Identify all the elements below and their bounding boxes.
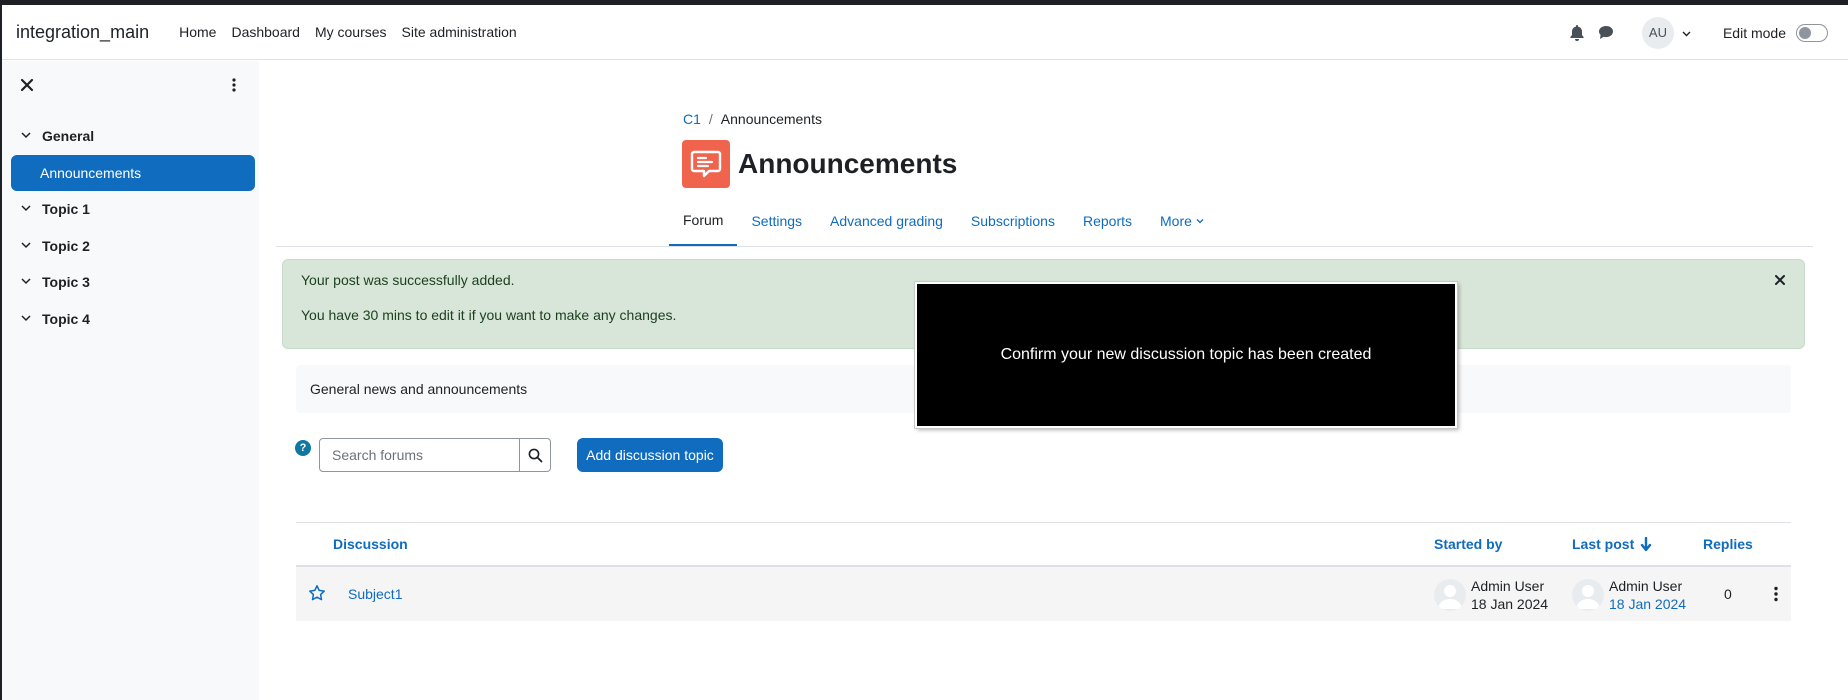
section-topic-2[interactable]: Topic 2 <box>2 229 259 263</box>
tab-reports[interactable]: Reports <box>1069 196 1146 246</box>
chevron-down-icon <box>20 275 34 289</box>
page-title: Announcements <box>738 148 958 179</box>
tab-subscriptions[interactable]: Subscriptions <box>957 196 1069 246</box>
chevron-down-icon <box>1196 218 1204 224</box>
breadcrumb-course-link[interactable]: C1 <box>683 111 701 127</box>
started-by-column-header[interactable]: Started by <box>1434 536 1502 552</box>
tab-forum[interactable]: Forum <box>669 196 738 246</box>
edit-mode-toggle[interactable] <box>1796 23 1828 42</box>
started-by-cell: Admin User 18 Jan 2024 <box>1434 577 1548 613</box>
forum-icon <box>682 140 730 188</box>
alert-message-line-1: Your post was successfully added. <box>301 272 515 288</box>
forum-search <box>319 438 551 472</box>
nav-home-link[interactable]: Home <box>179 24 216 40</box>
secondary-navigation: Forum Settings Advanced grading Subscrip… <box>669 196 1218 246</box>
chevron-down-icon <box>20 312 34 326</box>
table-top-divider <box>296 522 1791 523</box>
close-icon[interactable] <box>1772 272 1788 288</box>
chevron-down-icon <box>20 239 34 253</box>
search-icon <box>528 448 543 463</box>
user-avatar-icon[interactable] <box>1434 579 1466 611</box>
close-icon[interactable] <box>18 76 36 94</box>
last-post-column-header[interactable]: Last post <box>1572 536 1652 552</box>
section-topic-3[interactable]: Topic 3 <box>2 265 259 299</box>
last-post-cell: Admin User 18 Jan 2024 <box>1572 577 1686 613</box>
user-avatar-icon[interactable] <box>1572 579 1604 611</box>
secondary-nav-divider <box>276 246 1813 247</box>
table-row: Subject1 Admin User 18 Jan 2024 Admin Us… <box>296 567 1791 621</box>
confirmation-overlay: Confirm your new discussion topic has be… <box>915 282 1457 428</box>
chevron-down-icon <box>20 202 34 216</box>
confirmation-message: Confirm your new discussion topic has be… <box>1000 346 1372 363</box>
kebab-menu-icon[interactable] <box>1768 585 1784 603</box>
chevron-down-icon <box>1682 24 1691 42</box>
last-post-info: Admin User 18 Jan 2024 <box>1609 577 1686 613</box>
last-post-header-label: Last post <box>1572 536 1635 552</box>
breadcrumb-current: Announcements <box>720 111 822 127</box>
chevron-down-icon <box>20 129 34 143</box>
edit-mode-label: Edit mode <box>1722 24 1786 41</box>
navbar-user-area: AU Edit mode <box>1568 5 1848 60</box>
sort-down-arrow-icon <box>1640 536 1652 552</box>
discussion-column-header[interactable]: Discussion <box>333 536 408 552</box>
section-topic-1[interactable]: Topic 1 <box>2 192 259 226</box>
last-post-date-link[interactable]: 18 Jan 2024 <box>1609 595 1686 613</box>
section-label: General <box>42 128 95 144</box>
tab-more[interactable]: More <box>1146 196 1218 246</box>
replies-column-header[interactable]: Replies <box>1703 536 1753 552</box>
forum-intro-text: General news and announcements <box>310 381 528 397</box>
add-discussion-topic-button[interactable]: Add discussion topic <box>577 438 723 472</box>
discussion-subject-link[interactable]: Subject1 <box>348 586 402 602</box>
search-button[interactable] <box>520 438 551 472</box>
edit-mode-control: Edit mode <box>1722 23 1828 42</box>
course-index-item-announcements[interactable]: Announcements <box>11 155 255 191</box>
tab-more-label: More <box>1160 213 1192 229</box>
kebab-menu-icon[interactable] <box>226 77 242 93</box>
last-post-name[interactable]: Admin User <box>1609 577 1686 595</box>
section-label: Topic 2 <box>42 238 90 254</box>
started-by-name[interactable]: Admin User <box>1471 577 1548 595</box>
breadcrumb-separator: / <box>708 111 713 127</box>
page-header: Announcements <box>682 140 957 188</box>
started-by-info: Admin User 18 Jan 2024 <box>1471 577 1548 613</box>
bell-icon[interactable] <box>1568 24 1586 42</box>
breadcrumb: C1 / Announcements <box>683 111 822 127</box>
user-menu-toggle[interactable]: AU <box>1641 16 1691 49</box>
site-name[interactable]: integration_main <box>16 22 149 43</box>
section-label: Topic 4 <box>42 311 90 327</box>
alert-message-line-2: You have 30 mins to edit it if you want … <box>301 307 677 323</box>
tab-settings[interactable]: Settings <box>737 196 816 246</box>
course-index-drawer: General Announcements Topic 1 Topic 2 To… <box>2 61 259 700</box>
star-icon[interactable] <box>308 584 326 602</box>
nav-my-courses-link[interactable]: My courses <box>315 24 387 40</box>
tab-advanced-grading[interactable]: Advanced grading <box>816 196 957 246</box>
nav-dashboard-link[interactable]: Dashboard <box>231 24 300 40</box>
started-by-date: 18 Jan 2024 <box>1471 596 1549 612</box>
search-input[interactable] <box>319 438 520 472</box>
replies-count[interactable]: 0 <box>1724 586 1732 602</box>
section-label: Topic 3 <box>42 274 90 290</box>
chat-bubbles-icon[interactable] <box>1597 24 1615 42</box>
nav-site-administration-link[interactable]: Site administration <box>402 24 517 40</box>
section-general[interactable]: General <box>2 119 259 153</box>
avatar: AU <box>1641 16 1674 49</box>
top-navbar: integration_main Home Dashboard My cours… <box>2 5 1848 60</box>
help-icon[interactable]: ? <box>295 440 311 456</box>
section-topic-4[interactable]: Topic 4 <box>2 302 259 336</box>
section-label: Topic 1 <box>42 201 90 217</box>
course-index-item-label: Announcements <box>40 165 142 181</box>
primary-navigation: Home Dashboard My courses Site administr… <box>179 24 532 40</box>
